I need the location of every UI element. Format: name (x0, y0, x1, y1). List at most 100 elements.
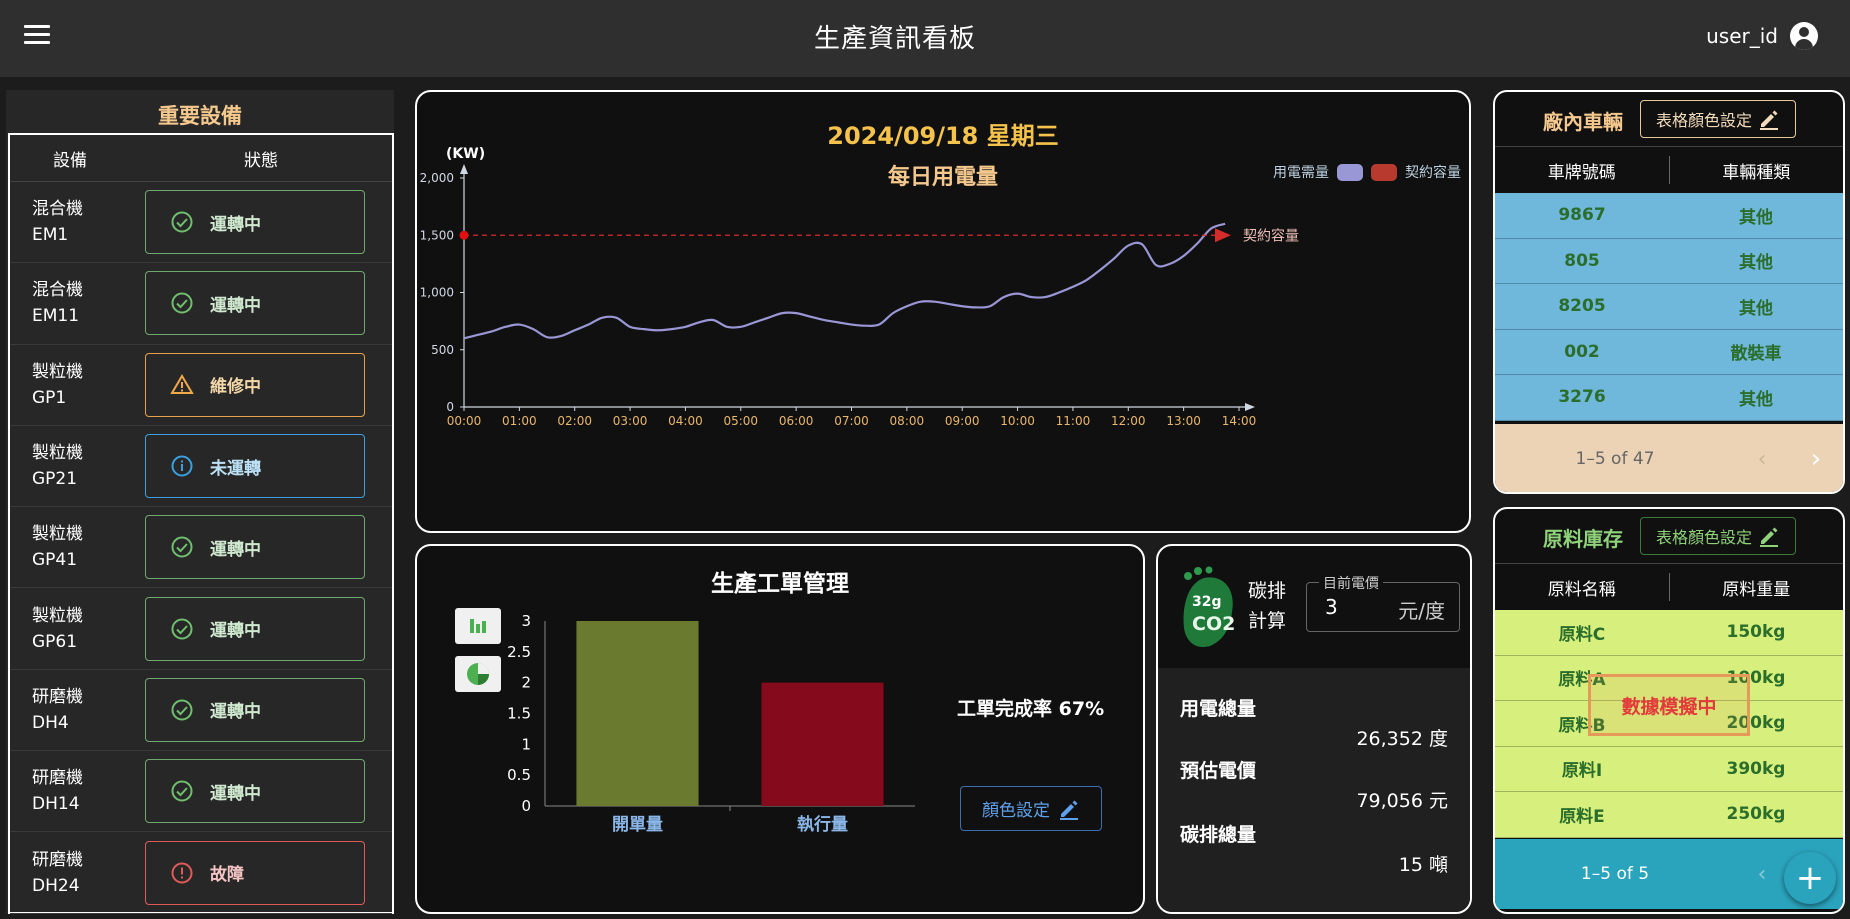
table-row[interactable]: 9867 其他 (1495, 193, 1843, 239)
y-tick-label: 1,500 (420, 228, 454, 242)
x-tick-label: 04:00 (668, 414, 703, 428)
equipment-code: DH14 (32, 794, 80, 815)
completion-rate: 工單完成率 67% (957, 694, 1104, 721)
status-badge[interactable]: 運轉中 (145, 271, 365, 336)
status-badge[interactable]: 運轉中 (145, 596, 365, 661)
color-settings-button[interactable]: 顏色設定 (960, 786, 1102, 831)
status-text: 運轉中 (210, 214, 261, 235)
equipment-row: 混合機 EM11 運轉中 (10, 263, 392, 345)
col-equipment: 設備 (53, 150, 87, 171)
status-badge[interactable]: 運轉中 (145, 677, 365, 742)
x-tick-label: 執行量 (797, 814, 848, 835)
status-badge[interactable]: 未運轉 (145, 434, 365, 499)
table-cell-kind: 其他 (1739, 207, 1773, 228)
next-page-icon[interactable]: › (1789, 444, 1843, 474)
bar[interactable] (576, 621, 699, 806)
add-fab-button[interactable]: + (1784, 852, 1836, 904)
x-tick-label: 09:00 (945, 414, 980, 428)
status-text: 運轉中 (210, 295, 261, 316)
table-row[interactable]: 原料E 250kg (1495, 792, 1843, 838)
equipment-type: 研磨機 (32, 849, 83, 870)
status-text: 未運轉 (210, 458, 261, 479)
info-icon (171, 455, 193, 477)
table-cell-name: 原料I (1561, 761, 1603, 782)
completion-value: 67% (1058, 698, 1105, 720)
bar[interactable] (761, 682, 884, 806)
x-tick-label: 05:00 (723, 414, 758, 428)
table-cell-kind: 其他 (1739, 389, 1773, 410)
status-text: 故障 (210, 865, 244, 886)
vehicles-page-info: 1–5 of 47 (1575, 449, 1655, 469)
status-badge[interactable]: 故障 (145, 840, 365, 905)
contract-start-point (459, 230, 469, 240)
completion-label: 工單完成率 (957, 698, 1053, 720)
x-tick-label: 14:00 (1222, 414, 1257, 428)
x-tick-label: 07:00 (834, 414, 869, 428)
equipment-type: 製粒機 (32, 524, 83, 545)
table-row[interactable]: 原料C 150kg (1495, 610, 1843, 656)
x-axis-arrow (1245, 403, 1255, 411)
table-cell-kind: 其他 (1739, 298, 1773, 319)
carbon-badge-text: CO2 (1192, 613, 1235, 635)
status-badge[interactable]: 運轉中 (145, 515, 365, 580)
status-text: 維修中 (210, 377, 261, 398)
y-tick-label: 0.5 (507, 766, 531, 784)
price-field-value[interactable]: 3 (1325, 595, 1338, 619)
usage-value: 26,352 度 (1356, 728, 1448, 750)
cost-label: 預估電價 (1180, 760, 1257, 782)
contract-arrow (1215, 228, 1231, 243)
x-tick-label: 12:00 (1111, 414, 1146, 428)
equipment-row: 混合機 EM1 運轉中 (10, 182, 392, 264)
table-cell-weight: 150kg (1726, 622, 1786, 643)
user-menu[interactable]: user_id (1706, 22, 1818, 50)
table-row[interactable]: 8205 其他 (1495, 284, 1843, 330)
x-tick-label: 00:00 (447, 414, 482, 428)
col-material-weight: 原料重量 (1722, 579, 1791, 600)
status-badge[interactable]: 維修中 (145, 352, 365, 417)
warning-icon (170, 373, 194, 394)
demand-series-line (463, 222, 1226, 340)
equipment-row: 研磨機 DH14 運轉中 (10, 751, 392, 833)
table-row[interactable]: 3276 其他 (1495, 375, 1843, 421)
work-order-panel: 生產工單管理 0 0.5 1 1.5 2 2.5 3 開單量 執行量 工單完成率 67% 顏色設… (415, 544, 1145, 914)
table-cell-name: 原料E (1559, 806, 1605, 827)
materials-header: 原料名稱 原料重量 (1495, 563, 1843, 610)
price-field-label: 目前電價 (1319, 573, 1383, 593)
materials-color-button[interactable]: 表格顏色設定 (1640, 517, 1796, 555)
table-row[interactable]: 原料I 390kg (1495, 746, 1843, 792)
table-cell-weight: 390kg (1726, 758, 1786, 779)
equipment-code: GP41 (32, 550, 78, 571)
y-tick-label: 0 (521, 797, 531, 815)
vehicles-title: 廠內車輛 (1543, 110, 1623, 134)
account-circle-icon[interactable] (1790, 22, 1818, 50)
equipment-type: 研磨機 (32, 768, 83, 789)
equipment-code: DH4 (32, 712, 69, 733)
user-name: user_id (1706, 24, 1778, 48)
equipment-code: EM11 (32, 306, 80, 327)
vehicles-color-button[interactable]: 表格顏色設定 (1640, 100, 1796, 138)
y-tick-label: 1.5 (507, 705, 531, 723)
table-row[interactable]: 002 散裝車 (1495, 329, 1843, 375)
equipment-name: 混合機 EM1 (10, 196, 145, 248)
y-tick-label: 1 (521, 735, 531, 753)
x-tick-label: 03:00 (613, 414, 648, 428)
equipment-type: 製粒機 (32, 443, 83, 464)
equipment-table: 設備 狀態 混合機 EM1 運轉中 混合機 EM11 運轉中 製粒機 GP1 維修中 製粒機 GP2… (8, 133, 394, 914)
prev-page-icon[interactable]: ‹ (1735, 447, 1789, 472)
status-text: 運轉中 (210, 539, 261, 560)
status-badge[interactable]: 運轉中 (145, 190, 365, 255)
cost-value: 79,056 元 (1356, 790, 1448, 812)
equipment-type: 製粒機 (32, 605, 83, 626)
electricity-price-field[interactable]: 目前電價 3 元/度 (1306, 573, 1460, 632)
equipment-code: DH24 (32, 875, 80, 896)
check-circle-icon (171, 536, 193, 558)
prev-page-icon[interactable]: ‹ (1735, 862, 1789, 887)
table-cell-plate: 9867 (1558, 205, 1606, 226)
status-badge[interactable]: 運轉中 (145, 759, 365, 824)
vehicles-panel: 廠內車輛 表格顏色設定 車牌號碼 車輛種類 9867 其他 805 其他 8205 其他 0… (1493, 90, 1845, 494)
equipment-panel: 重要設備 設備 狀態 混合機 EM1 運轉中 混合機 EM11 運轉中 製粒機 GP1 維修中製… (6, 90, 394, 914)
x-tick-label: 開單量 (612, 814, 663, 835)
table-row[interactable]: 805 其他 (1495, 238, 1843, 284)
carbon-calc-label: 碳排 計算 (1248, 576, 1286, 636)
y-axis-arrow (460, 164, 468, 174)
